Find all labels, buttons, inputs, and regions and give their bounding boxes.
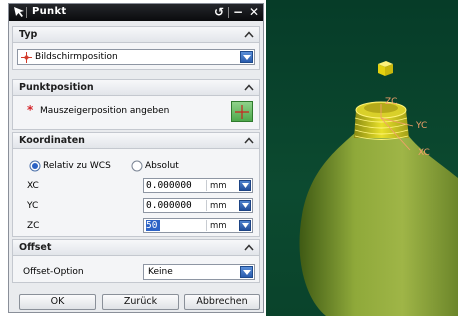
yc-spin-icon[interactable] <box>239 200 251 211</box>
section-punktposition: Punktposition * Mauszeigerposition angeb… <box>12 79 260 130</box>
crosshair-icon <box>235 105 249 119</box>
coord-field-zc[interactable]: mm <box>143 218 253 233</box>
xc-spin-icon[interactable] <box>239 180 251 191</box>
ctl-separator <box>228 7 229 18</box>
coord-label-zc: ZC <box>27 221 40 231</box>
field-separator <box>206 200 207 211</box>
yc-input[interactable] <box>146 200 204 211</box>
section-typ-header[interactable]: Typ <box>13 27 259 43</box>
yc-unit: mm <box>210 201 227 211</box>
close-icon[interactable]: ✕ <box>247 5 261 20</box>
field-separator <box>206 220 207 231</box>
collapse-caret-icon[interactable] <box>244 83 254 93</box>
xc-unit: mm <box>210 181 227 191</box>
coord-field-yc[interactable]: mm <box>143 198 253 213</box>
dropdown-arrow-icon[interactable] <box>240 51 253 63</box>
back-button[interactable]: Zurück <box>102 294 179 310</box>
zc-input[interactable] <box>146 220 160 231</box>
collapse-caret-icon[interactable] <box>244 30 254 40</box>
zc-spin-icon[interactable] <box>239 220 251 231</box>
section-koordinaten-title: Koordinaten <box>19 135 85 146</box>
section-offset-header[interactable]: Offset <box>13 240 259 256</box>
radio-absolute-label[interactable]: Absolut <box>145 161 179 171</box>
reset-icon[interactable]: ↺ <box>212 5 226 20</box>
field-separator <box>206 180 207 191</box>
axis-label-xc: XC <box>418 148 430 158</box>
xc-input[interactable] <box>146 180 204 191</box>
dialog-title: Punkt <box>32 6 67 17</box>
point-crosshair-icon <box>21 52 32 63</box>
coord-field-xc[interactable]: mm <box>143 178 253 193</box>
graphics-viewport[interactable]: ZC YC XC <box>266 0 458 316</box>
offset-option-combo[interactable]: Keine <box>143 264 255 280</box>
dialog-titlebar[interactable]: Punkt ↺ − ✕ <box>9 4 263 21</box>
section-punktposition-header[interactable]: Punktposition <box>13 80 259 96</box>
required-marker: * <box>27 103 34 117</box>
section-offset-title: Offset <box>19 242 52 253</box>
zc-unit: mm <box>210 221 227 231</box>
point-dialog-button[interactable] <box>231 101 253 122</box>
point-marker-cube <box>378 61 393 76</box>
typ-combo-value: Bildschirmposition <box>35 52 118 62</box>
selection-arrow-icon <box>14 7 24 17</box>
section-typ: Typ Bildschirmposition <box>12 26 260 70</box>
coord-label-xc: XC <box>27 181 39 191</box>
punkt-dialog: Punkt ↺ − ✕ Typ Bildschirmposition Punkt… <box>8 3 264 313</box>
bottle-model <box>299 61 458 316</box>
section-koordinaten: Koordinaten Relativ zu WCS Absolut XC mm… <box>12 132 260 237</box>
punktposition-instruction: Mauszeigerposition angeben <box>40 106 170 116</box>
coord-label-yc: YC <box>27 201 39 211</box>
axis-label-zc: ZC <box>385 97 398 107</box>
radio-relative[interactable] <box>29 160 41 172</box>
dropdown-arrow-icon[interactable] <box>240 266 253 278</box>
collapse-caret-icon[interactable] <box>244 136 254 146</box>
typ-combo[interactable]: Bildschirmposition <box>17 49 255 65</box>
section-typ-title: Typ <box>19 29 38 40</box>
minimize-icon[interactable]: − <box>231 5 245 20</box>
radio-relative-label[interactable]: Relativ zu WCS <box>43 161 111 171</box>
cancel-button[interactable]: Abbrechen <box>184 294 260 310</box>
section-punktposition-title: Punktposition <box>19 82 94 93</box>
section-offset: Offset Offset-Option Keine <box>12 239 260 283</box>
title-separator <box>26 7 27 18</box>
offset-option-value: Keine <box>148 267 173 277</box>
section-koordinaten-header[interactable]: Koordinaten <box>13 133 259 149</box>
ok-button[interactable]: OK <box>19 294 96 310</box>
collapse-caret-icon[interactable] <box>244 243 254 253</box>
axis-label-yc: YC <box>416 121 428 131</box>
radio-absolute[interactable] <box>131 160 143 172</box>
offset-option-label: Offset-Option <box>23 267 84 277</box>
